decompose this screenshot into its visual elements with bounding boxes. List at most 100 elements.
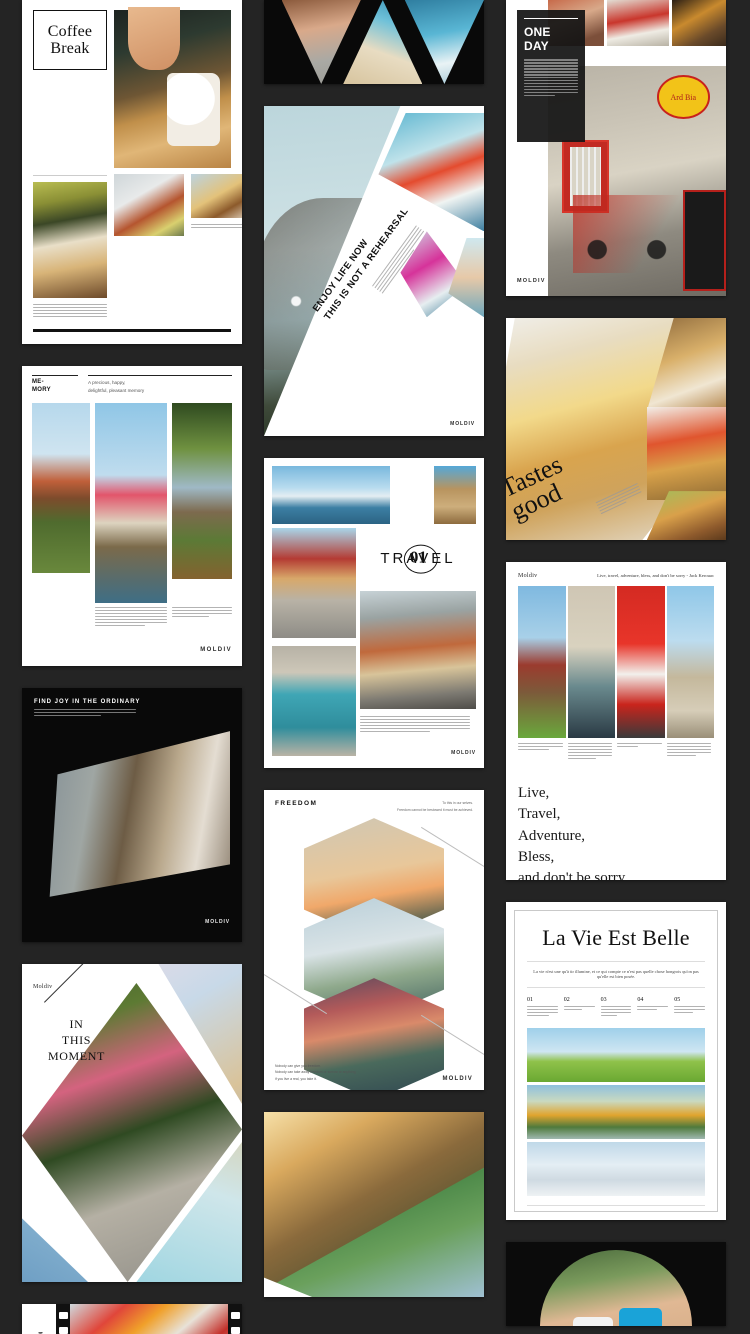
travel-body-text: [360, 716, 476, 733]
memory-subtitle-block: A precious, happy, delightful, pleasant …: [88, 374, 232, 395]
memory-subtitle-line1: A precious, happy,: [88, 380, 126, 386]
freedom-hexagon-stack: [264, 814, 484, 1091]
tastes-photo-pasta: [646, 406, 726, 501]
freedom-title: FREEDOM: [275, 800, 318, 808]
joy-photo: [49, 731, 230, 897]
oneday-bicycle-shape: [572, 194, 684, 273]
travel-brand: Moldiv: [451, 750, 476, 757]
oneday-text-panel: ONE DAY: [517, 10, 585, 142]
live-caption-2: [567, 743, 616, 761]
oneday-footer: MOLDIV: [517, 269, 546, 287]
live-headline: Live, Travel, Adventure, Bless, and don'…: [518, 783, 714, 880]
moment-brand: Moldiv: [33, 983, 53, 990]
live-headline-line2: Travel,: [518, 806, 561, 823]
freedom-brand: MOLDIV: [442, 1076, 473, 1083]
memory-subtitle-line2: delightful, pleasant memory: [88, 388, 145, 394]
coffee-thumb-2: [191, 174, 242, 218]
moment-brand-wrap: Moldiv: [33, 975, 52, 993]
lavie-column-3: 03: [600, 997, 632, 1018]
template-card-live-travel[interactable]: Moldiv Live, travel, adventure, bless, a…: [506, 562, 726, 880]
memory-subtitle: A precious, happy, delightful, pleasant …: [88, 379, 232, 395]
lavie-footer: Moldiv: [527, 1204, 705, 1220]
oneday-thumb-2: [607, 0, 670, 46]
memory-brand: MOLDIV: [200, 646, 232, 653]
moment-title-line3: MOMENT: [48, 1049, 105, 1064]
live-headline-line3: Adventure,: [518, 827, 586, 844]
travel-photo-street: [272, 528, 356, 638]
oneday-rule: [524, 18, 578, 20]
enjoy-footer: Moldiv: [450, 412, 475, 430]
travel-main-row: TRAVEL 01 Moldiv: [272, 528, 476, 759]
template-card-enjoy-life-now[interactable]: ENJOY LIFE NOW THIS IS NOT A REHEARSAL M…: [264, 106, 484, 436]
lavie-column-5: 05: [674, 997, 705, 1018]
lavie-number-1: 01: [527, 997, 533, 1003]
film-frame-photo: [70, 1303, 228, 1334]
memory-footer: MOLDIV: [32, 638, 232, 656]
template-card-in-this-moment[interactable]: Moldiv IN THIS MOMENT: [22, 963, 242, 1282]
film-perforations-right: [228, 1304, 242, 1334]
triangles-photo-2: [343, 0, 423, 84]
joy-subtitle: [34, 708, 136, 716]
template-card-memory[interactable]: ME- MORY A precious, happy, delightful, …: [22, 365, 242, 666]
memory-col-3: [172, 402, 232, 579]
travel-photo-city: [360, 591, 476, 709]
lavie-text-1: [527, 1006, 558, 1017]
live-headline-line4: Bless,: [518, 848, 555, 865]
lavie-number-3: 03: [600, 997, 607, 1003]
live-photo-windmill: [518, 586, 566, 738]
travel-footer: Moldiv: [360, 741, 476, 759]
live-header: Moldiv Live, travel, adventure, bless, a…: [518, 573, 714, 579]
template-card-circle-friends[interactable]: [506, 1242, 726, 1326]
travel-photo-harbor: [272, 466, 390, 524]
oneday-brand: MOLDIV: [517, 278, 546, 284]
oneday-title: ONE DAY: [524, 25, 551, 54]
freedom-footer-note: Nobody can give you freedom. Nobody can …: [275, 1063, 356, 1082]
live-quote: Live, travel, adventure, bless, and don'…: [597, 573, 714, 578]
lavie-number-4: 04: [637, 997, 644, 1003]
live-caption-row: [518, 743, 714, 761]
live-brand: Moldiv: [518, 573, 538, 579]
memory-photo-2: [95, 402, 167, 603]
template-card-find-joy[interactable]: FIND JOY IN THE ORDINARY Moldiv: [22, 687, 242, 942]
coffee-title-box: Coffee Break: [33, 10, 107, 70]
memory-photo-1: [32, 402, 90, 573]
coffee-caption-right: [191, 224, 242, 229]
joy-brand: Moldiv: [205, 918, 230, 925]
moment-title-line1: IN: [69, 1016, 84, 1031]
template-card-triangles[interactable]: [264, 0, 484, 84]
triangles-photo-3: [404, 0, 484, 84]
template-card-coffee-break[interactable]: Coffee Break: [22, 0, 242, 344]
freedom-footer-line2: Nobody can take away freedom or sorrow o…: [275, 1070, 357, 1075]
template-gallery[interactable]: Coffee Break ME- MORY A precious, happy,…: [0, 0, 750, 1334]
lavie-column-1: 01: [527, 997, 558, 1018]
coffee-caption-left: [33, 304, 107, 318]
template-card-tastes-good[interactable]: Tastes good: [506, 318, 726, 540]
joy-title: FIND JOY IN THE ORDINARY: [34, 698, 141, 705]
gallery-column-3: Ard Bia ONE DAY MOLDIV Tastes good Moldi…: [506, 0, 726, 1334]
live-photo-bus: [617, 586, 665, 738]
coffee-dessert-photo: [33, 182, 107, 298]
travel-photo-fortress: [434, 466, 476, 524]
memory-photo-strip: [32, 402, 232, 603]
enjoy-brand: Moldiv: [450, 421, 475, 427]
template-card-film-strip[interactable]: MOLDIV: [22, 1303, 242, 1334]
freedom-note-line2: Freedom cannot be bestowed it must be ac…: [397, 807, 473, 812]
template-card-la-vie-est-belle[interactable]: La Vie Est Belle La vie n'est une qu'à t…: [506, 902, 726, 1220]
template-card-travel-01[interactable]: TRAVEL 01 Moldiv: [264, 458, 484, 769]
coffee-mug-shape: [166, 73, 221, 146]
template-card-one-day[interactable]: Ard Bia ONE DAY MOLDIV: [506, 0, 726, 296]
lavie-photo-stack: [527, 1027, 705, 1196]
lavie-photo-lake: [527, 1084, 705, 1139]
travel-right-column: TRAVEL 01 Moldiv: [360, 528, 476, 759]
lavie-number-5: 05: [674, 997, 681, 1003]
lavie-column-row: 01 02 03 04 05: [527, 997, 705, 1018]
enjoy-text-block: ENJOY LIFE NOW THIS IS NOT A REHEARSAL: [311, 207, 480, 423]
travel-photo-door: [272, 646, 356, 756]
triangles-photo-1: [281, 0, 361, 84]
template-card-forest[interactable]: [264, 1112, 484, 1298]
film-brand-wrap: MOLDIV: [22, 1304, 56, 1334]
gallery-column-1: Coffee Break ME- MORY A precious, happy,…: [22, 0, 242, 1334]
live-caption-4: [666, 743, 715, 761]
template-card-freedom[interactable]: FREEDOM To this in our selves. Freedom c…: [264, 790, 484, 1091]
friends-sunglasses-white: [573, 1316, 613, 1326]
